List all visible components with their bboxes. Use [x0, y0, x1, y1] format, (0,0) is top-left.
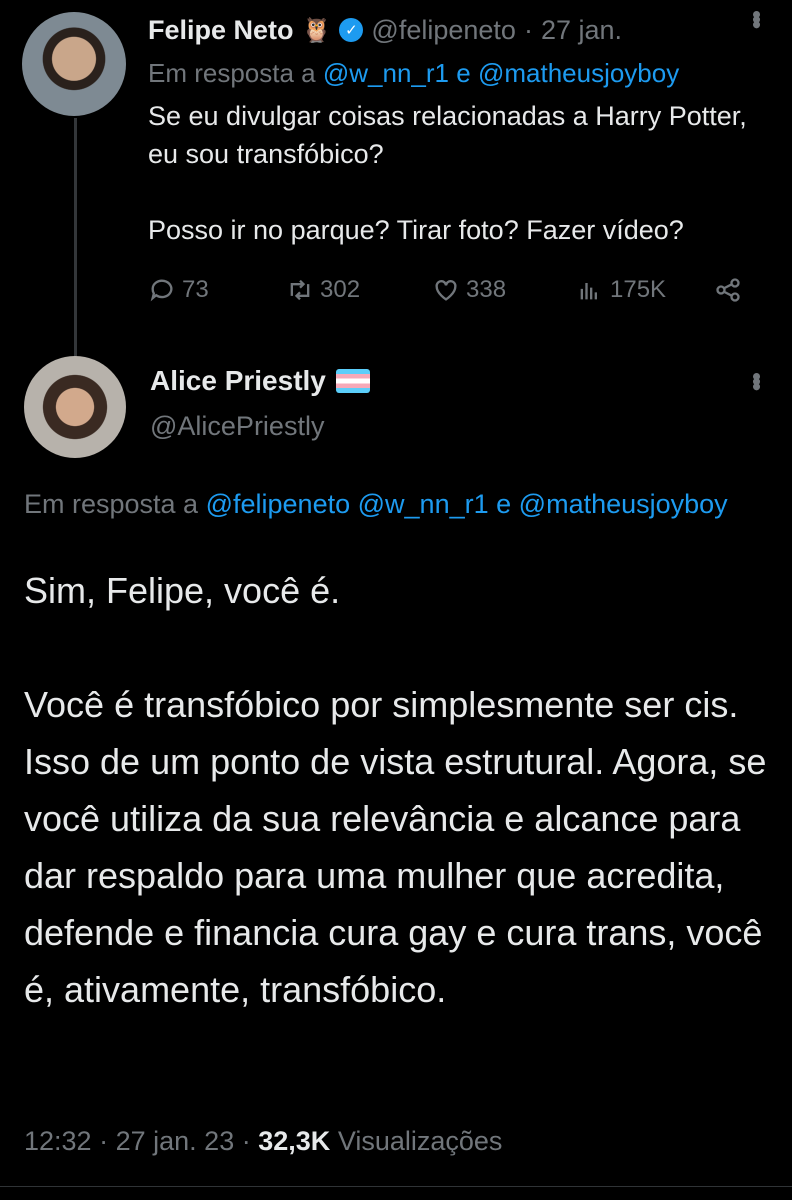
author-handle[interactable]: @felipeneto — [371, 15, 516, 46]
separator-dot: · — [241, 1126, 251, 1156]
reply-context: Em resposta a @w_nn_r1 e @matheusjoyboy — [148, 58, 772, 89]
trans-flag-icon — [335, 369, 370, 393]
retweet-count: 302 — [320, 276, 361, 303]
view-label: Visualizações — [337, 1126, 503, 1156]
author-handle[interactable]: @AlicePriestly — [150, 411, 370, 442]
tweet-actions: 73 302 338 175K — [148, 276, 748, 316]
views-button[interactable]: 175K — [576, 276, 666, 304]
tweet-header: Felipe Neto 🦉 ✓ @felipeneto · 27 jan. — [148, 10, 772, 50]
divider — [0, 1186, 792, 1187]
like-button[interactable]: 338 — [432, 276, 506, 304]
views-icon — [580, 283, 597, 300]
reply-icon — [150, 279, 173, 302]
reply-and: e — [456, 58, 471, 88]
tweet-text-paragraph-2: Posso ir no parque? Tirar foto? Fazer ví… — [148, 215, 684, 245]
reply-count: 73 — [182, 276, 209, 303]
more-icon[interactable]: ••• — [742, 10, 772, 25]
reply-button[interactable]: 73 — [148, 276, 209, 304]
like-icon — [435, 280, 457, 301]
avatar-alice-priestly[interactable] — [24, 356, 126, 458]
owl-emoji: 🦉 — [301, 16, 332, 44]
like-count: 338 — [466, 276, 507, 303]
verified-badge-icon: ✓ — [339, 18, 364, 42]
reply-and: e — [496, 489, 512, 519]
share-icon — [716, 278, 740, 302]
reply-prefix: Em resposta a — [24, 489, 199, 519]
reply-prefix: Em resposta a — [148, 58, 316, 88]
tweet-date[interactable]: 27 jan. 23 — [116, 1126, 235, 1156]
tweet-date[interactable]: 27 jan. — [541, 15, 622, 46]
reply-context: Em resposta a @felipeneto @w_nn_r1 e @ma… — [24, 482, 768, 526]
more-icon[interactable]: ••• — [742, 372, 772, 387]
tweet-text-paragraph-2: Você é transfóbico por simplesmente ser … — [24, 684, 767, 1010]
avatar-felipe-neto[interactable] — [22, 12, 126, 116]
share-button[interactable] — [714, 276, 742, 304]
tweet2-header: Alice Priestly @AlicePriestly — [150, 365, 370, 442]
view-count[interactable]: 32,3K — [258, 1126, 330, 1156]
tweet-text-paragraph-1: Se eu divulgar coisas relacionadas a Har… — [148, 101, 747, 169]
tweet-meta: 12:32 · 27 jan. 23 · 32,3K Visualizações — [24, 1126, 502, 1157]
tweet-text: Se eu divulgar coisas relacionadas a Har… — [148, 97, 772, 249]
author-name[interactable]: Alice Priestly — [150, 365, 326, 397]
tweet-time[interactable]: 12:32 — [24, 1126, 92, 1156]
mention-matheusjoyboy[interactable]: @matheusjoyboy — [478, 58, 679, 88]
separator-dot: · — [99, 1126, 109, 1156]
tweet-text-paragraph-1: Sim, Felipe, você é. — [24, 570, 341, 611]
mention-felipeneto[interactable]: @felipeneto — [206, 489, 351, 519]
retweet-button[interactable]: 302 — [286, 276, 360, 304]
views-count: 175K — [610, 276, 667, 303]
author-name-row: Alice Priestly — [150, 365, 370, 397]
retweet-icon — [290, 279, 310, 301]
mention-w-nn-r1[interactable]: @w_nn_r1 — [358, 489, 489, 519]
mention-w-nn-r1[interactable]: @w_nn_r1 — [323, 58, 449, 88]
separator-dot: · — [523, 14, 533, 45]
tweet-text: Sim, Felipe, você é. Você é transfóbico … — [24, 562, 768, 1018]
author-name[interactable]: Felipe Neto — [148, 15, 294, 46]
mention-matheusjoyboy[interactable]: @matheusjoyboy — [519, 489, 728, 519]
thread-connector-line — [74, 118, 77, 358]
tweet-felipe[interactable]: Felipe Neto 🦉 ✓ @felipeneto · 27 jan. Em… — [148, 10, 772, 249]
